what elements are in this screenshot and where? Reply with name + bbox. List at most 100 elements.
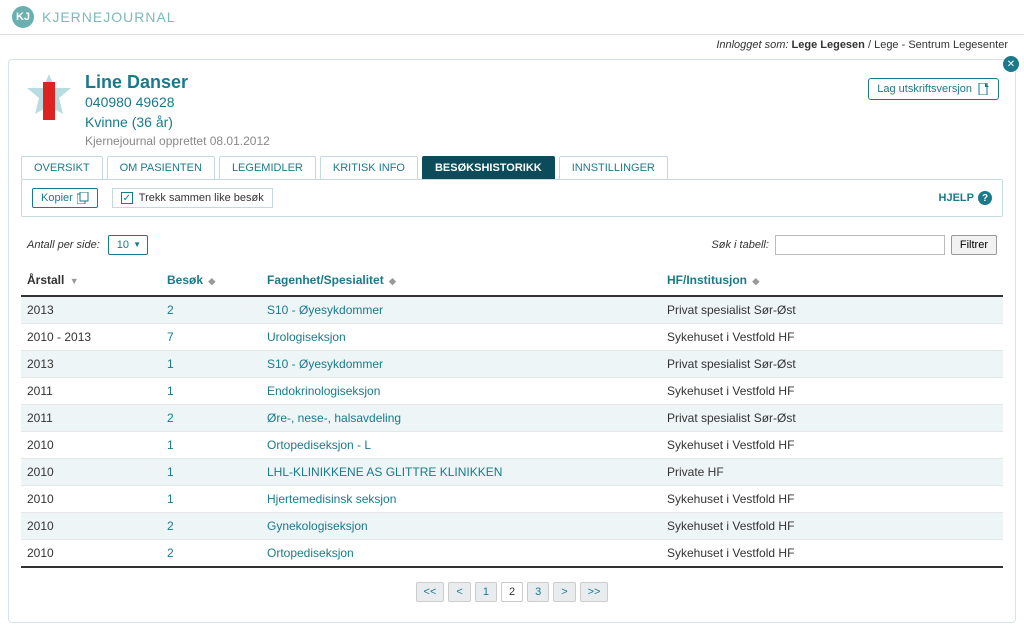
tabs: OVERSIKTOM PASIENTENLEGEMIDLERKRITISK IN… [9, 156, 1015, 179]
cell-visits-link[interactable]: 7 [167, 330, 174, 344]
cell-visits-link[interactable]: 2 [167, 519, 174, 533]
search-input[interactable] [775, 235, 945, 255]
table-controls: Antall per side: 10 Søk i tabell: Filtre… [9, 217, 1015, 265]
cell-year: 2013 [21, 351, 161, 378]
per-page-select[interactable]: 10 [108, 235, 148, 255]
cell-inst: Sykehuset i Vestfold HF [661, 324, 1003, 351]
close-icon[interactable]: ✕ [1003, 56, 1019, 72]
table-row: 2011 1 Endokrinologiseksjon Sykehuset i Ves… [21, 378, 1003, 405]
toolbar: Kopier ✓ Trekk sammen like besøk HJELP ? [21, 179, 1003, 217]
patient-header: Line Danser 040980 49628 Kvinne (36 år) … [9, 60, 1015, 156]
cell-unit-link[interactable]: Gynekologiseksjon [267, 519, 368, 533]
login-info: Innlogget som: Lege Legesen / Lege - Sen… [0, 35, 1024, 55]
cell-unit-link[interactable]: Urologiseksjon [267, 330, 346, 344]
cell-unit-link[interactable]: Hjertemedisinsk seksjon [267, 492, 396, 506]
main-panel: ✕ Line Danser 040980 49628 Kvinne (36 år… [8, 59, 1016, 623]
tab-oversikt[interactable]: OVERSIKT [21, 156, 103, 179]
cell-inst: Sykehuset i Vestfold HF [661, 432, 1003, 459]
pager-page-1[interactable]: 1 [475, 582, 497, 602]
print-button[interactable]: Lag utskriftsversjon [868, 78, 999, 100]
cell-inst: Sykehuset i Vestfold HF [661, 486, 1003, 513]
sort-icon: ◆ [389, 276, 396, 286]
cell-visits-link[interactable]: 1 [167, 384, 174, 398]
cell-year: 2010 [21, 540, 161, 568]
cell-visits-link[interactable]: 1 [167, 465, 174, 479]
tab-om-pasienten[interactable]: OM PASIENTEN [107, 156, 215, 179]
search-label: Søk i tabell: [711, 239, 768, 251]
cell-inst: Sykehuset i Vestfold HF [661, 540, 1003, 568]
cell-visits-link[interactable]: 1 [167, 492, 174, 506]
help-label: HJELP [939, 192, 974, 204]
brand-name: KJERNEJOURNAL [42, 9, 176, 25]
sort-icon: ◆ [208, 276, 215, 286]
patient-info: Line Danser 040980 49628 Kvinne (36 år) … [85, 72, 270, 148]
tab-kritisk-info[interactable]: KRITISK INFO [320, 156, 418, 179]
login-user: Lege Legesen [792, 39, 865, 51]
cell-year: 2011 [21, 378, 161, 405]
table-row: 2011 2 Øre-, nese-, halsavdeling Privat spe… [21, 405, 1003, 432]
cell-unit-link[interactable]: S10 - Øyesykdommer [267, 357, 383, 371]
cell-unit-link[interactable]: LHL-KLINIKKENE AS GLITTRE KLINIKKEN [267, 465, 502, 479]
cell-inst: Privat spesialist Sør-Øst [661, 351, 1003, 378]
cell-unit-link[interactable]: Ortopediseksjon [267, 546, 354, 560]
cell-unit-link[interactable]: Ortopediseksjon - L [267, 438, 371, 452]
pager: <<<123>>> [9, 568, 1015, 606]
visits-table: Årstall ▼ Besøk ◆ Fagenhet/Spesialitet ◆… [21, 265, 1003, 568]
sort-icon: ◆ [752, 276, 759, 286]
top-bar: KJ KJERNEJOURNAL [0, 0, 1024, 35]
cell-year: 2010 [21, 459, 161, 486]
cell-inst: Privat spesialist Sør-Øst [661, 296, 1003, 324]
filter-button[interactable]: Filtrer [951, 235, 997, 255]
col-header-visits[interactable]: Besøk ◆ [161, 265, 261, 296]
patient-created: Kjernejournal opprettet 08.01.2012 [85, 134, 270, 148]
cell-inst: Sykehuset i Vestfold HF [661, 378, 1003, 405]
copy-button-label: Kopier [41, 192, 73, 204]
patient-id: 040980 49628 [85, 93, 270, 113]
tab-legemidler[interactable]: LEGEMIDLER [219, 156, 316, 179]
pager-page-2[interactable]: 2 [501, 582, 523, 602]
login-role: Lege - Sentrum Legesenter [874, 39, 1008, 51]
cell-visits-link[interactable]: 2 [167, 303, 174, 317]
patient-icon [25, 72, 73, 128]
cell-unit-link[interactable]: Endokrinologiseksjon [267, 384, 380, 398]
cell-year: 2013 [21, 296, 161, 324]
pager-prev[interactable]: < [448, 582, 470, 602]
tab-besøkshistorikk[interactable]: BESØKSHISTORIKK [422, 156, 555, 179]
cell-inst: Private HF [661, 459, 1003, 486]
checkbox-icon: ✓ [121, 192, 133, 204]
cell-year: 2010 [21, 432, 161, 459]
cell-visits-link[interactable]: 1 [167, 438, 174, 452]
table-row: 2010 1 LHL-KLINIKKENE AS GLITTRE KLINIKKEN… [21, 459, 1003, 486]
cell-visits-link[interactable]: 1 [167, 357, 174, 371]
table-row: 2010 2 Ortopediseksjon Sykehuset i Vestfold… [21, 540, 1003, 568]
col-header-year[interactable]: Årstall ▼ [21, 265, 161, 296]
table-row: 2013 1 S10 - Øyesykdommer Privat spesialist… [21, 351, 1003, 378]
cell-unit-link[interactable]: Øre-, nese-, halsavdeling [267, 411, 401, 425]
cell-year: 2011 [21, 405, 161, 432]
tab-innstillinger[interactable]: INNSTILLINGER [559, 156, 668, 179]
pager-first[interactable]: << [416, 582, 445, 602]
per-page-label: Antall per side: [27, 239, 100, 251]
table-row: 2010 1 Ortopediseksjon - L Sykehuset i Vest… [21, 432, 1003, 459]
sort-desc-icon: ▼ [70, 276, 79, 286]
col-header-unit[interactable]: Fagenhet/Spesialitet ◆ [261, 265, 661, 296]
copy-button[interactable]: Kopier [32, 188, 98, 208]
help-link[interactable]: HJELP ? [939, 191, 992, 205]
login-sep: / [868, 39, 871, 51]
print-button-label: Lag utskriftsversjon [877, 83, 972, 95]
cell-visits-link[interactable]: 2 [167, 411, 174, 425]
pager-page-3[interactable]: 3 [527, 582, 549, 602]
table-row: 2013 2 S10 - Øyesykdommer Privat spesialist… [21, 296, 1003, 324]
pager-next[interactable]: > [553, 582, 575, 602]
cell-unit-link[interactable]: S10 - Øyesykdommer [267, 303, 383, 317]
merge-visits-checkbox[interactable]: ✓ Trekk sammen like besøk [112, 188, 273, 208]
brand-logo-icon: KJ [12, 6, 34, 28]
col-header-inst[interactable]: HF/Institusjon ◆ [661, 265, 1003, 296]
cell-visits-link[interactable]: 2 [167, 546, 174, 560]
table-row: 2010 - 20137UrologiseksjonSykehuset i Ve… [21, 324, 1003, 351]
pager-last[interactable]: >> [580, 582, 609, 602]
cell-inst: Sykehuset i Vestfold HF [661, 513, 1003, 540]
patient-demographics: Kvinne (36 år) [85, 113, 270, 133]
cell-inst: Privat spesialist Sør-Øst [661, 405, 1003, 432]
table-row: 20101Hjertemedisinsk seksjonSykehuset i … [21, 486, 1003, 513]
